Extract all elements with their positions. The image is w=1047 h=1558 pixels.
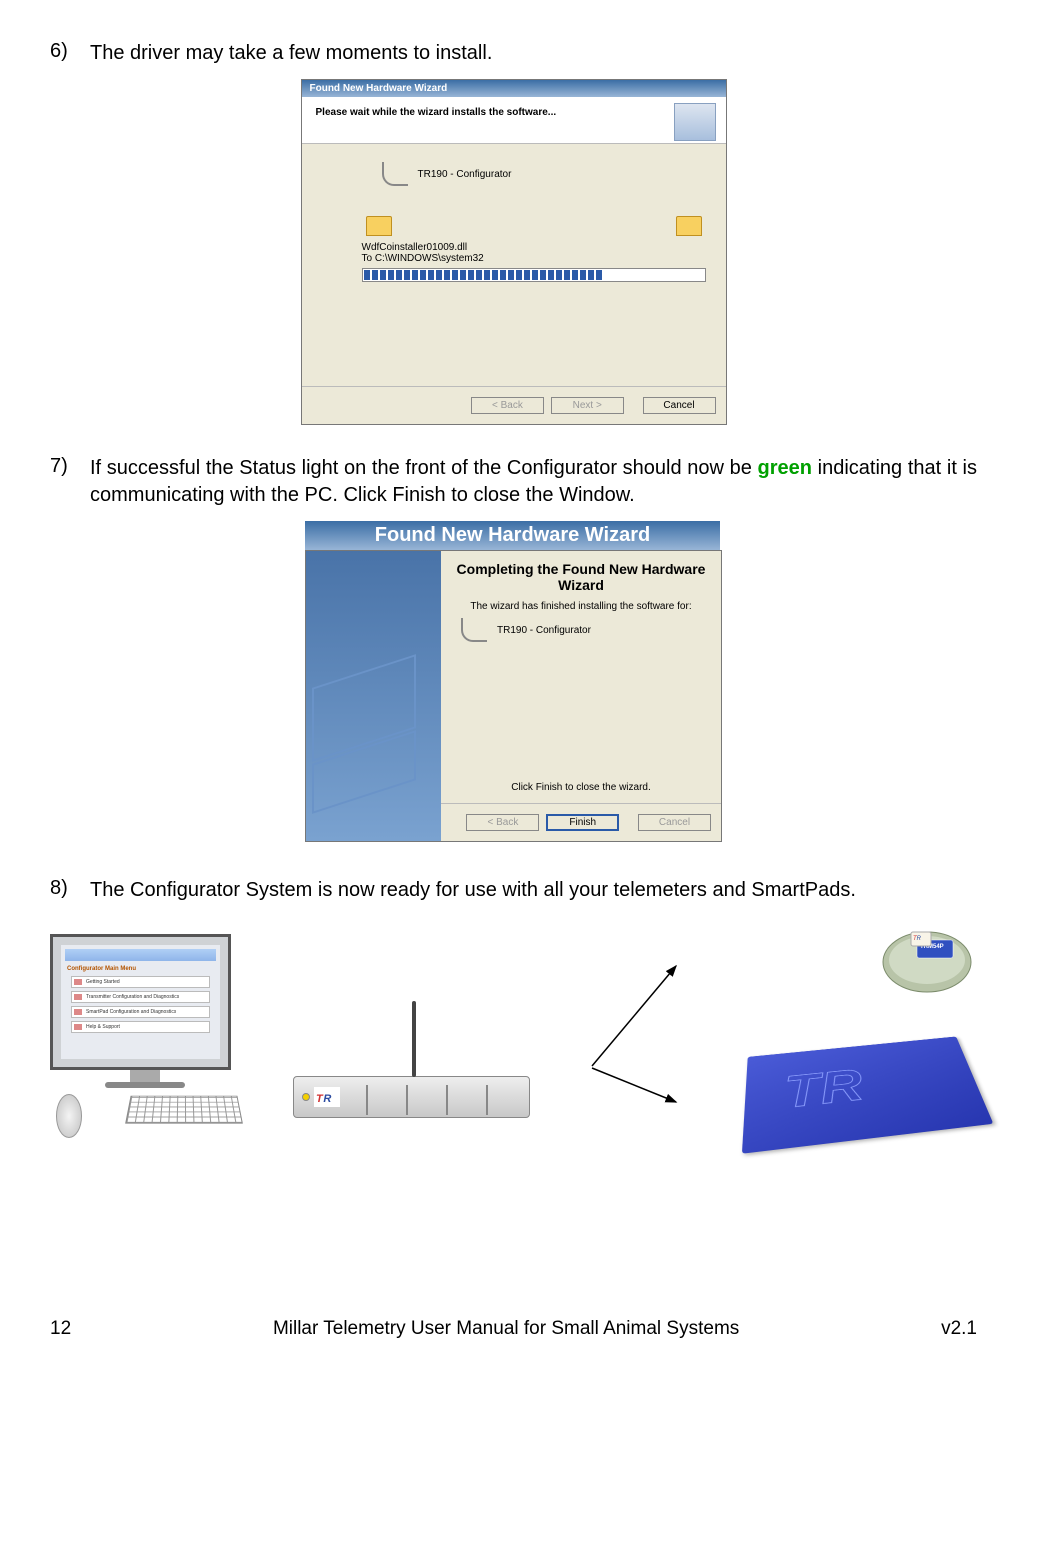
step-6-number: 6) [50,40,90,67]
figure-wizard-finish: Found New Hardware Wizard Completing the… [50,521,977,847]
smartpad-graphic: TR [747,1028,977,1148]
monitor-screen: Configurator Main Menu Getting Started T… [61,945,220,1059]
wizard-header-icon [674,103,716,141]
pc-graphic: Configurator Main Menu Getting Started T… [50,934,240,1138]
configurator-hub-graphic: TR [293,1076,530,1118]
wizard1-device-name: TR190 - Configurator [418,169,512,180]
wizard2-close-message: Click Finish to close the wizard. [455,782,707,793]
figure-wizard-installing: Found New Hardware Wizard Please wait wh… [50,79,977,425]
wizard1-cancel-button[interactable]: Cancel [643,397,716,414]
telemeter-graphic: TRM54P TR [877,924,977,996]
wizard2-finish-button[interactable]: Finish [546,814,619,831]
wizard1-filename: WdfCoinstaller01009.dll [362,242,706,253]
svg-text:TR: TR [913,936,922,942]
svg-text:R: R [324,1093,332,1105]
step-6: 6) The driver may take a few moments to … [50,40,977,67]
mouse-graphic [56,1094,82,1138]
wizard2-device-name: TR190 - Configurator [497,625,591,636]
app-heading: Configurator Main Menu [61,965,220,973]
folder-dest-icon [676,216,702,236]
step-7: 7) If successful the Status light on the… [50,455,977,509]
wizard2-message: The wizard has finished installing the s… [455,601,707,612]
step-7-number: 7) [50,455,90,509]
status-led-icon [302,1093,310,1101]
wizard1-header-text: Please wait while the wizard installs th… [316,107,557,118]
install-progress-bar [362,268,706,282]
wizard2-titlebar: Found New Hardware Wizard [305,521,720,550]
page-number: 12 [50,1318,71,1340]
version: v2.1 [941,1318,977,1340]
wireless-signal-icon [584,956,694,1116]
usb-cable-icon [382,162,408,186]
manual-title: Millar Telemetry User Manual for Small A… [273,1318,739,1340]
system-diagram: Configurator Main Menu Getting Started T… [50,924,977,1148]
wizard2-cancel-button[interactable]: Cancel [638,814,711,831]
step-8: 8) The Configurator System is now ready … [50,877,977,904]
keyboard-graphic [125,1096,242,1124]
wizard1-back-button[interactable]: < Back [471,397,544,414]
usb-cable-icon [461,618,487,642]
wizard1-destination: To C:\WINDOWS\system32 [362,253,706,264]
step-6-text: The driver may take a few moments to ins… [90,40,977,67]
antenna-icon [412,1001,416,1077]
wizard2-back-button[interactable]: < Back [466,814,539,831]
step-8-text: The Configurator System is now ready for… [90,877,977,904]
wizard1-next-button[interactable]: Next > [551,397,624,414]
wizard2-sidebar-graphic [306,551,441,841]
wizard1-titlebar: Found New Hardware Wizard [302,80,726,97]
page-footer: 12 Millar Telemetry User Manual for Smal… [50,1318,977,1340]
folder-source-icon [366,216,392,236]
app-titlebar [65,949,216,961]
svg-text:TR: TR [784,1060,868,1119]
green-word: green [758,457,812,479]
step-7-text: If successful the Status light on the fr… [90,455,977,509]
step-8-number: 8) [50,877,90,904]
hub-logo: TR [314,1087,340,1107]
wizard2-heading: Completing the Found New Hardware Wizard [455,561,707,593]
